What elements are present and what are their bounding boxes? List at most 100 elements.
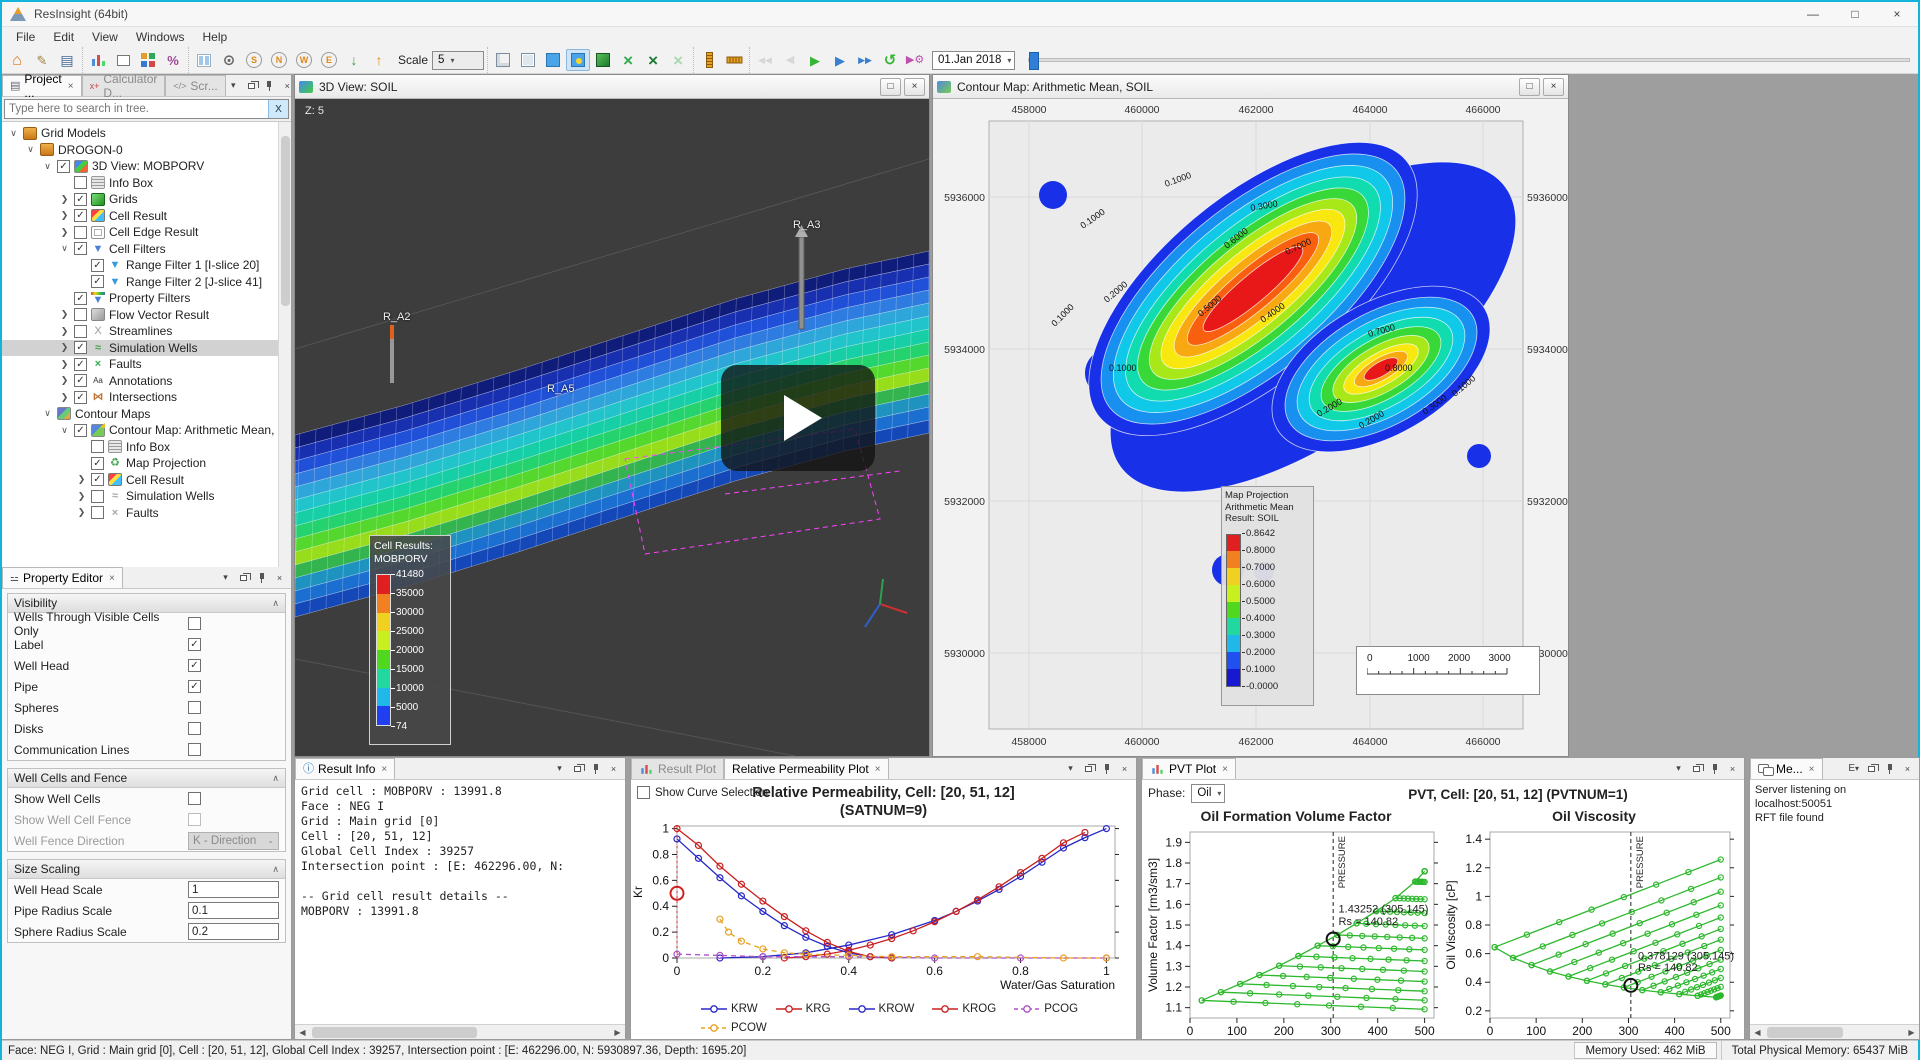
anim-repeat-icon[interactable]: ↺ (878, 49, 902, 71)
close-button[interactable]: × (1876, 2, 1918, 26)
menu-edit[interactable]: Edit (45, 28, 82, 46)
plot-main-window-icon[interactable] (86, 49, 110, 71)
checkbox-well-head[interactable]: ✓ (188, 659, 201, 672)
legend-item-pcog[interactable]: PCOG (1014, 1003, 1078, 1015)
tab-close-icon[interactable]: × (68, 81, 74, 92)
tree-checkbox[interactable]: ✓ (91, 275, 104, 288)
view-down-icon[interactable]: ↓ (342, 49, 366, 71)
tree-checkbox[interactable]: ✓ (74, 292, 87, 305)
input-pipe-radius-scale[interactable]: 0.1 (188, 902, 279, 919)
tab-close-icon[interactable]: × (109, 573, 115, 584)
view3d-viewport[interactable]: Z: 5 Cell Results:MOBPORV 41480350003000… (295, 99, 929, 756)
tree-item-cell-edge-result[interactable]: ❯Cell Edge Result (2, 224, 291, 241)
relperm-legend[interactable]: KRWKRGKROWKROGPCOGPCOW (701, 999, 1130, 1037)
tree-item-cell-result[interactable]: ❯✓Cell Result (2, 472, 291, 489)
tree-item-annotations[interactable]: ❯✓AaAnnotations (2, 373, 291, 390)
timestep-slider[interactable] (1028, 50, 1910, 70)
view-west-icon[interactable]: W (292, 49, 316, 71)
tree-item-info-box[interactable]: Info Box (2, 439, 291, 456)
dock-float-icon[interactable] (236, 570, 251, 585)
phase-select[interactable]: Oil▾ (1191, 784, 1225, 803)
tree-checkbox[interactable] (91, 506, 104, 519)
import-case-icon[interactable]: ⌂ (5, 49, 29, 71)
split-view-icon[interactable] (192, 49, 216, 71)
checkbox-communication-lines[interactable] (188, 743, 201, 756)
tree-item-cell-result[interactable]: ❯✓Cell Result (2, 208, 291, 225)
dock-float-icon[interactable] (244, 78, 259, 93)
search-clear-button[interactable]: X (268, 100, 288, 118)
view-east-icon[interactable]: E (317, 49, 341, 71)
anim-settings-icon[interactable]: ▶⚙ (903, 49, 927, 71)
anim-play-icon[interactable]: ▶ (803, 49, 827, 71)
tree-item-3d-view-mobporv[interactable]: ∨✓3D View: MOBPORV (2, 158, 291, 175)
tree-search-box[interactable]: X (4, 99, 289, 119)
tree-item-grids[interactable]: ❯✓Grids (2, 191, 291, 208)
tree-checkbox[interactable] (74, 325, 87, 338)
tree-scrollbar[interactable] (278, 122, 291, 567)
legend-item-krow[interactable]: KROW (849, 1003, 915, 1015)
faults-cube-icon[interactable] (591, 49, 615, 71)
tab-result-plot[interactable]: Result Plot (631, 758, 724, 779)
tree-item-simulation-wells[interactable]: ❯✓≈Simulation Wells (2, 340, 291, 357)
input-sphere-radius-scale[interactable]: 0.2 (188, 923, 279, 940)
anim-play-forward-icon[interactable]: ▶ (828, 49, 852, 71)
tree-item-map-projection[interactable]: ✓♻Map Projection (2, 455, 291, 472)
tree-item-streamlines[interactable]: ❯XStreamlines (2, 323, 291, 340)
menu-file[interactable]: File (8, 28, 43, 46)
tree-checkbox[interactable]: ✓ (74, 209, 87, 222)
dock-menu-icon[interactable]: ▾ (552, 761, 567, 776)
tree-checkbox[interactable]: ✓ (74, 193, 87, 206)
message-filter-dropdown[interactable]: E▾ (1846, 761, 1861, 776)
contour-viewport[interactable]: 4580004580004600004600004620004620004640… (933, 99, 1568, 756)
group-header-well-cells-and-fence[interactable]: Well Cells and Fence∧ (8, 769, 285, 788)
dock-float-icon[interactable] (570, 761, 585, 776)
tree-item-intersections[interactable]: ❯✓⋈Intersections (2, 389, 291, 406)
draw-style-surface-icon[interactable] (541, 49, 565, 71)
group-header-size-scaling[interactable]: Size Scaling∧ (8, 860, 285, 879)
tab-project-[interactable]: ▤Project ...× (2, 75, 82, 96)
tree-checkbox[interactable]: ✓ (91, 259, 104, 272)
tree-item-simulation-wells[interactable]: ❯≈Simulation Wells (2, 488, 291, 505)
view3d-close-icon[interactable]: × (904, 78, 925, 96)
legend-item-krw[interactable]: KRW (701, 1003, 758, 1015)
draw-style-mesh-icon[interactable] (516, 49, 540, 71)
tab-close-icon[interactable]: × (875, 764, 881, 775)
show-curve-selection-checkbox[interactable]: Show Curve Selection (637, 786, 768, 799)
faults-x-icon[interactable]: × (616, 49, 640, 71)
open-project-icon[interactable]: ✎ (30, 49, 54, 71)
tree-search-input[interactable] (5, 103, 268, 115)
checkbox-wells-through-visible-cells-only[interactable] (188, 617, 201, 630)
dock-pin-icon[interactable] (588, 761, 603, 776)
view3d-maximize-icon[interactable]: □ (880, 78, 901, 96)
view3d-titlebar[interactable]: 3D View: SOIL □ × (295, 75, 929, 99)
tab-calculator-d-[interactable]: x+Calculator D... (82, 75, 166, 96)
faults-reduce-icon[interactable]: × (641, 49, 665, 71)
tree-item-drogon-0[interactable]: ∨DROGON-0 (2, 142, 291, 159)
tree-checkbox[interactable]: ✓ (74, 424, 87, 437)
tree-item-range-filter-2-j-slice-41-[interactable]: ✓▼Range Filter 2 [J-slice 41] (2, 274, 291, 291)
minimize-button[interactable]: — (1792, 2, 1834, 26)
tab-scr-[interactable]: </>Scr... (165, 75, 225, 96)
menu-windows[interactable]: Windows (128, 28, 193, 46)
dock-menu-icon[interactable]: ▾ (226, 78, 241, 93)
tab-pvt-plot[interactable]: PVT Plot× (1142, 758, 1236, 779)
draw-style-surface-points-icon[interactable] (566, 49, 590, 71)
ruler-horizontal-icon[interactable] (722, 49, 746, 71)
dock-pin-icon[interactable] (1099, 761, 1114, 776)
dock-pin-icon[interactable] (254, 570, 269, 585)
timestep-select[interactable]: 01.Jan 2018▾ (932, 51, 1015, 70)
save-project-icon[interactable]: ▤ (55, 49, 79, 71)
messages-hscrollbar[interactable]: ◀▶ (1750, 1024, 1919, 1039)
view-up-icon[interactable]: ↑ (367, 49, 391, 71)
tree-item-info-box[interactable]: Info Box (2, 175, 291, 192)
video-play-button[interactable] (721, 365, 875, 471)
anim-skip-end-icon[interactable]: ▶▶ (853, 49, 877, 71)
dock-close-icon[interactable]: × (1725, 761, 1740, 776)
tree-checkbox[interactable]: ✓ (74, 358, 87, 371)
tree-checkbox[interactable]: ✓ (91, 473, 104, 486)
checkbox-label[interactable]: ✓ (188, 638, 201, 651)
dock-close-icon[interactable]: × (272, 570, 287, 585)
tree-item-faults[interactable]: ❯×Faults (2, 505, 291, 522)
select-well-fence-direction[interactable]: K - Direction⌄ (188, 832, 279, 850)
tree-checkbox[interactable] (74, 226, 87, 239)
